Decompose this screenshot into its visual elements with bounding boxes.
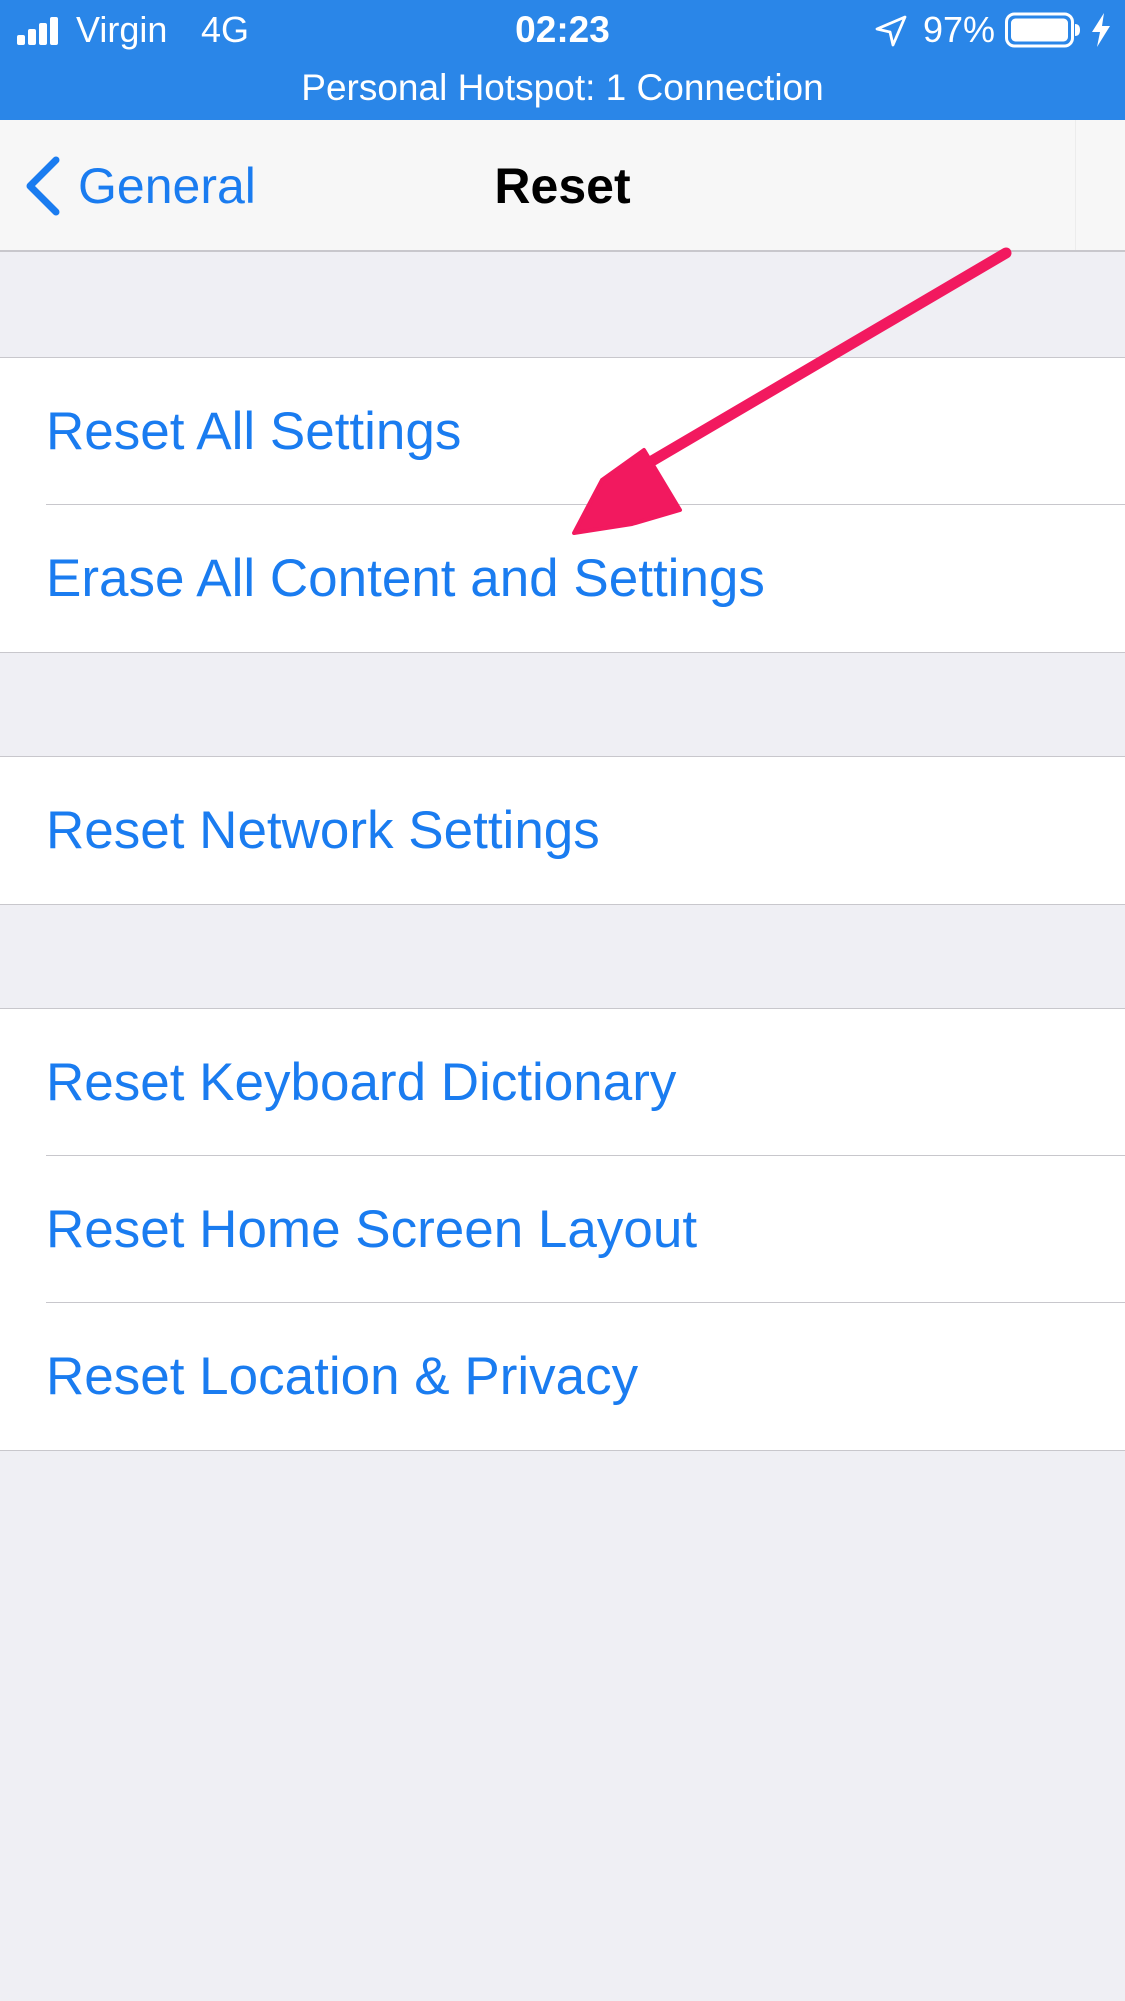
- reset-all-settings-row[interactable]: Reset All Settings: [0, 358, 1125, 505]
- row-label: Reset All Settings: [46, 402, 462, 461]
- reset-group-3: Reset Keyboard Dictionary Reset Home Scr…: [0, 1008, 1125, 1451]
- reset-network-settings-row[interactable]: Reset Network Settings: [0, 757, 1125, 904]
- row-label: Reset Network Settings: [46, 801, 600, 860]
- reset-group-2: Reset Network Settings: [0, 756, 1125, 905]
- status-bar: Virgin 4G 02:23 97% Personal Hotspot: 1 …: [0, 0, 1125, 120]
- annotation-arrow: [572, 247, 1012, 535]
- reset-group-1: Reset All Settings Erase All Content and…: [0, 357, 1125, 653]
- page-title: Reset: [494, 158, 631, 214]
- reset-keyboard-dictionary-row[interactable]: Reset Keyboard Dictionary: [0, 1009, 1125, 1156]
- row-label: Reset Location & Privacy: [46, 1347, 639, 1406]
- charging-bolt-icon: [1092, 13, 1110, 47]
- reset-location-privacy-row[interactable]: Reset Location & Privacy: [0, 1303, 1125, 1450]
- navigation-bar: General Reset: [0, 120, 1125, 252]
- status-row: Virgin 4G 02:23 97%: [0, 0, 1125, 62]
- row-label: Reset Keyboard Dictionary: [46, 1053, 677, 1112]
- battery-percent: 97%: [923, 9, 996, 50]
- hotspot-banner[interactable]: Personal Hotspot: 1 Connection: [0, 64, 1125, 112]
- battery-icon: [1005, 12, 1080, 48]
- row-label: Erase All Content and Settings: [46, 549, 765, 608]
- row-label: Reset Home Screen Layout: [46, 1200, 698, 1259]
- erase-all-content-row[interactable]: Erase All Content and Settings: [0, 505, 1125, 652]
- reset-home-screen-layout-row[interactable]: Reset Home Screen Layout: [0, 1156, 1125, 1303]
- nav-divider: [1075, 120, 1076, 250]
- location-arrow-icon: [875, 15, 907, 47]
